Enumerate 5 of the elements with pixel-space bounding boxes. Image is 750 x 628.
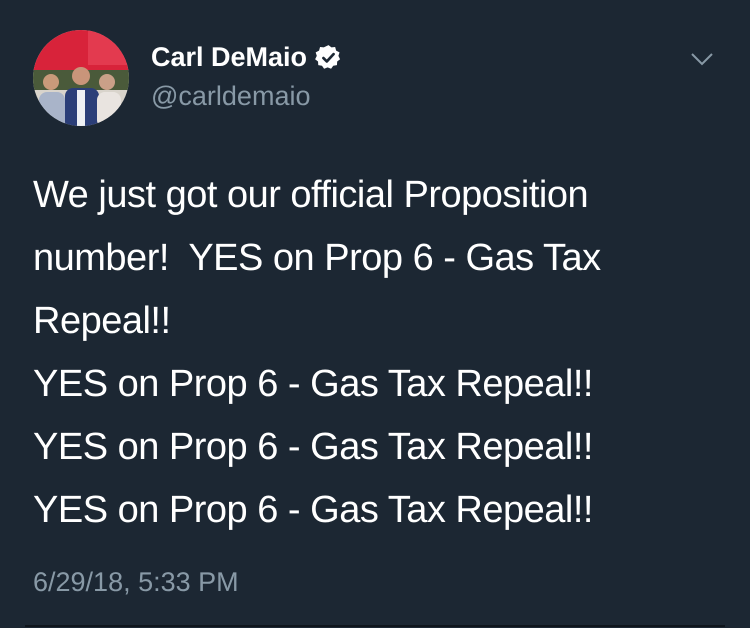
author-name[interactable]: Carl DeMaio — [151, 40, 308, 74]
chevron-down-icon[interactable] — [690, 52, 714, 66]
tweet-timestamp: 6/29/18, 5:33 PM — [33, 566, 239, 599]
author-handle[interactable]: @carldemaio — [151, 78, 690, 114]
tweet-text: We just got our official Proposition number! YES on Prop 6 - Gas Tax Repeal!! YES on Prop 6 - Gas Tax Repeal!! YES on Prop 6 - Gas Tax Repeal!! YES on Prop 6 - Gas Tax Repeal!! — [33, 173, 602, 533]
